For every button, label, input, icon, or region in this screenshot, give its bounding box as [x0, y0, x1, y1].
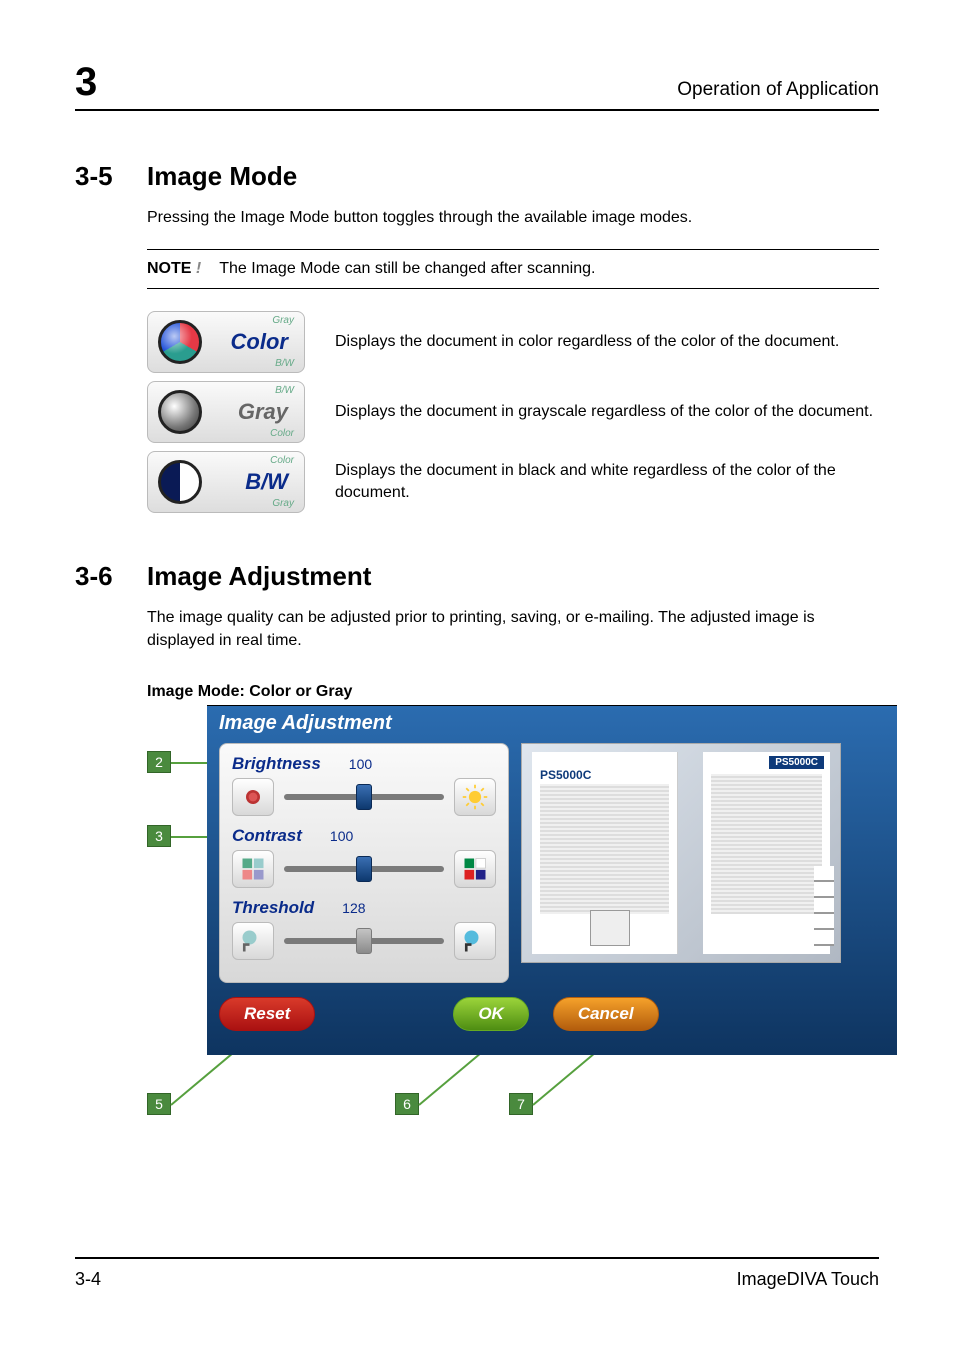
image-adjustment-figure: 1 2 3 5 6 7 Image Adjustment Brightness … — [147, 705, 879, 1105]
bw-mode-button[interactable]: B/W Color Gray — [147, 451, 305, 513]
sun-dark-icon — [239, 783, 267, 811]
slider-panel: Brightness 100 Con — [219, 743, 509, 983]
contrast-slider[interactable] — [284, 866, 444, 872]
threshold-high-icon — [461, 927, 489, 955]
mode-label: Color — [212, 329, 294, 355]
note-text: The Image Mode can still be changed afte… — [219, 260, 595, 278]
contrast-group: Contrast 100 — [232, 826, 496, 888]
panel-title: Image Adjustment — [219, 712, 885, 735]
brightness-slider[interactable] — [284, 794, 444, 800]
threshold-value: 128 — [342, 900, 365, 916]
section-title: Image Adjustment — [147, 561, 371, 592]
section-number: 3-6 — [75, 561, 147, 592]
callout-7: 7 — [509, 1093, 533, 1115]
contrast-value: 100 — [330, 828, 353, 844]
callout-line — [418, 1046, 488, 1105]
brightness-value: 100 — [349, 756, 372, 772]
mode-description: Displays the document in grayscale regar… — [335, 401, 879, 423]
color-wheel-icon — [158, 320, 202, 364]
threshold-group: Threshold 128 — [232, 898, 496, 960]
preview-pane: PS5000C PS5000C — [521, 743, 841, 963]
mode-description: Displays the document in color regardles… — [335, 331, 879, 353]
section-heading-3-6: 3-6 Image Adjustment — [75, 561, 879, 592]
brightness-decrease-button[interactable] — [232, 778, 274, 816]
brightness-increase-button[interactable] — [454, 778, 496, 816]
section-title: Image Mode — [147, 161, 297, 192]
section-intro: The image quality can be adjusted prior … — [147, 606, 879, 652]
callout-6: 6 — [395, 1093, 419, 1115]
subheading: Image Mode: Color or Gray — [147, 683, 879, 701]
brightness-label: Brightness — [232, 754, 321, 774]
grayscale-sphere-icon — [158, 390, 202, 434]
threshold-label: Threshold — [232, 898, 314, 918]
mode-sub-top: Gray — [272, 315, 294, 326]
contrast-high-icon — [461, 855, 489, 883]
page-footer: 3-4 ImageDIVA Touch — [75, 1257, 879, 1290]
sun-bright-icon — [461, 783, 489, 811]
preview-badge: PS5000C — [769, 756, 824, 769]
contrast-label: Contrast — [232, 826, 302, 846]
threshold-decrease-button[interactable] — [232, 922, 274, 960]
cancel-button[interactable]: Cancel — [553, 997, 659, 1031]
mode-sub-bottom: Gray — [272, 498, 294, 509]
section-heading-3-5: 3-5 Image Mode — [75, 161, 879, 192]
preview-page-title: PS5000C — [540, 768, 591, 782]
contrast-increase-button[interactable] — [454, 850, 496, 888]
product-name: ImageDIVA Touch — [737, 1269, 879, 1290]
brightness-group: Brightness 100 — [232, 754, 496, 816]
threshold-low-icon — [239, 927, 267, 955]
section-number: 3-5 — [75, 161, 147, 192]
note-box: NOTE ! The Image Mode can still be chang… — [147, 249, 879, 289]
mode-description: Displays the document in black and white… — [335, 460, 879, 505]
page-number: 3-4 — [75, 1269, 101, 1290]
contrast-low-icon — [239, 855, 267, 883]
reset-button[interactable]: Reset — [219, 997, 315, 1031]
image-mode-row: Gray B/W Color Displays the document in … — [147, 381, 879, 443]
section-intro: Pressing the Image Mode button toggles t… — [147, 206, 879, 229]
callout-line — [532, 1046, 602, 1105]
mode-label: B/W — [212, 469, 294, 495]
mode-label: Gray — [212, 399, 294, 425]
callout-3: 3 — [147, 825, 171, 847]
threshold-slider[interactable] — [284, 938, 444, 944]
chapter-title: Operation of Application — [677, 79, 879, 101]
mode-sub-bottom: B/W — [275, 358, 294, 369]
contrast-decrease-button[interactable] — [232, 850, 274, 888]
image-adjustment-panel: Image Adjustment Brightness 100 — [207, 705, 897, 1055]
chapter-number: 3 — [75, 60, 97, 105]
callout-2: 2 — [147, 751, 171, 773]
threshold-increase-button[interactable] — [454, 922, 496, 960]
bw-circle-icon — [158, 460, 202, 504]
page-header: 3 Operation of Application — [75, 60, 879, 111]
note-label: NOTE ! — [147, 260, 201, 278]
image-mode-row: Color Gray B/W Displays the document in … — [147, 311, 879, 373]
mode-sub-top: Color — [270, 455, 294, 466]
image-mode-list: Color Gray B/W Displays the document in … — [147, 311, 879, 521]
ok-button[interactable]: OK — [453, 997, 529, 1031]
mode-sub-top: B/W — [275, 385, 294, 396]
image-mode-row: B/W Color Gray Displays the document in … — [147, 451, 879, 513]
panel-button-row: Reset OK Cancel — [219, 983, 885, 1031]
gray-mode-button[interactable]: Gray B/W Color — [147, 381, 305, 443]
callout-5: 5 — [147, 1093, 171, 1115]
mode-sub-bottom: Color — [270, 428, 294, 439]
color-mode-button[interactable]: Color Gray B/W — [147, 311, 305, 373]
